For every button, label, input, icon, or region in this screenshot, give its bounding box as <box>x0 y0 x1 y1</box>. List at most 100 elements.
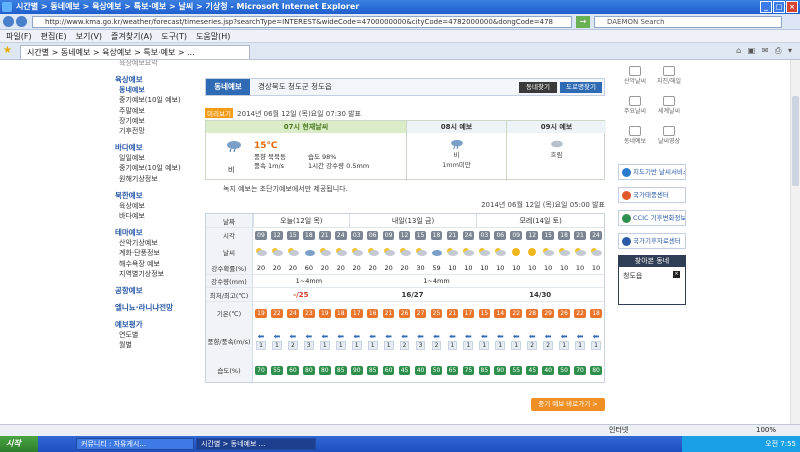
town-forecast-icon[interactable]: 동네예보 <box>620 126 650 148</box>
left-nav-item[interactable]: 육상예보 <box>115 201 203 211</box>
typhoon-banner[interactable]: 국가태풍센터 <box>618 187 686 203</box>
left-nav-section[interactable]: 바다예보 <box>115 142 203 153</box>
temp-cell: 14 <box>492 302 508 324</box>
wind-cell: ⬅ 1 <box>365 324 381 358</box>
left-nav-item[interactable]: 중기예보(10일 예보) <box>115 95 203 105</box>
hour-chip: 12 <box>271 230 283 240</box>
ccic-banner[interactable]: CCIC 기후변화정보센터 <box>618 210 686 226</box>
left-nav-item[interactable]: 지역별기상정보 <box>115 269 203 279</box>
hour-chip: 03 <box>478 230 491 240</box>
remove-town-icon[interactable]: × <box>673 271 680 278</box>
hour-cell: 12 <box>397 228 413 242</box>
hour-chip: 15 <box>287 230 299 240</box>
humid-chip: 85 <box>334 365 347 375</box>
favorites-star-icon[interactable]: ★ <box>3 46 12 56</box>
hour-cell: 12 <box>269 228 285 242</box>
toolbar-icons[interactable]: ⌂ ▣ ✉ ⎙ ▾ <box>736 46 794 56</box>
wind-arrow-icon: ⬅ <box>369 332 376 341</box>
left-nav-item[interactable]: 산악기상예보 <box>115 238 203 248</box>
row-label: 기온(℃) <box>206 302 253 324</box>
find-town-button[interactable]: 동네찾기 <box>519 82 557 93</box>
pop-cell: 10 <box>480 264 489 272</box>
temp-cell: 26 <box>397 302 413 324</box>
left-nav-section[interactable]: 육상예보 <box>115 74 203 85</box>
recent-town-item[interactable]: 청도읍 × <box>619 267 685 285</box>
left-nav-section[interactable]: 테마예보 <box>115 227 203 238</box>
left-nav-item[interactable]: 원해기상정보 <box>115 174 203 184</box>
wind-speed: 1 <box>447 341 458 350</box>
start-button[interactable]: 시작 <box>0 436 38 452</box>
humid-chip: 45 <box>398 365 411 375</box>
menu-view[interactable]: 보기(V) <box>76 30 102 42</box>
vertical-scrollbar[interactable] <box>790 60 800 424</box>
gis-banner[interactable]: 지도기반 날씨서비스 GIS Service <box>618 164 686 180</box>
world-weather-icon[interactable]: 세계날씨 <box>654 96 684 118</box>
wind-arrow-icon: ⬅ <box>401 332 408 341</box>
menu-edit[interactable]: 편집(E) <box>41 30 67 42</box>
left-nav-partial-item[interactable]: 육상예보요약 <box>115 60 203 68</box>
left-nav-item[interactable]: 월별 <box>115 340 203 350</box>
pop-cell: 10 <box>575 264 585 272</box>
hour-chip: 06 <box>494 230 507 240</box>
left-nav-item[interactable]: 계화·단풍정보 <box>115 248 203 258</box>
pop-cell: 20 <box>256 264 266 272</box>
humid-cell: 90 <box>349 358 365 382</box>
wind-arrow-icon: ⬅ <box>257 332 265 341</box>
left-nav-item[interactable]: 중기예보(10일 예보) <box>115 163 203 173</box>
menu-file[interactable]: 파일(F) <box>6 30 32 42</box>
maximize-button[interactable]: □ <box>773 1 785 13</box>
pop-cell: 20 <box>288 264 298 272</box>
back-button[interactable] <box>3 16 14 27</box>
left-nav-item[interactable]: 동네예보 <box>115 85 203 95</box>
rain-cell <box>333 275 349 287</box>
wind-arrow-icon: ⬅ <box>449 332 456 341</box>
menu-favorites[interactable]: 즐겨찾기(A) <box>111 30 152 42</box>
search-input[interactable]: DAEMON Search <box>594 16 782 28</box>
left-nav-item[interactable]: 주말예보 <box>115 106 203 116</box>
taskbar: 시작 커뮤니티 : 자유게시... 시간별 > 동네예보 ... 오전 7:55 <box>0 436 800 452</box>
partly-cloudy-icon <box>271 248 283 256</box>
mountain-weather-icon[interactable]: 산악날씨 <box>620 66 650 88</box>
menu-help[interactable]: 도움말(H) <box>196 30 230 42</box>
left-nav-section[interactable]: 엘니뇨·라니냐전망 <box>115 302 203 313</box>
left-nav-section[interactable]: 공항예보 <box>115 285 203 296</box>
temp-chip: 21 <box>446 308 459 318</box>
pop-cell: 60 <box>304 264 313 272</box>
wind-cell: ⬅ 2 <box>285 324 301 358</box>
left-nav-section[interactable]: 북한예보 <box>115 190 203 201</box>
major-weather-icon[interactable]: 주요날씨 <box>620 96 650 118</box>
left-nav-item[interactable]: 일일예보 <box>115 153 203 163</box>
wind-speed: 1 <box>335 341 346 350</box>
left-nav-item[interactable]: 바다예보 <box>115 211 203 221</box>
find-road-button[interactable]: 도로명찾기 <box>560 82 602 93</box>
address-bar[interactable]: http://www.kma.go.kr/weather/forecast/ti… <box>32 16 572 28</box>
menu-tools[interactable]: 도구(T) <box>161 30 187 42</box>
wind-arrow-icon: ⬅ <box>433 332 440 341</box>
minimize-button[interactable]: _ <box>760 1 772 13</box>
zoom-level[interactable]: 100% <box>756 425 776 436</box>
left-nav-item[interactable]: 장기예보 <box>115 116 203 126</box>
climate-data-banner[interactable]: 국가기후자료센터 <box>618 233 686 249</box>
humid-chip: 70 <box>574 365 586 375</box>
task-community[interactable]: 커뮤니티 : 자유게시... <box>76 438 194 450</box>
temp-chip: 15 <box>478 308 491 318</box>
weather-video-icon[interactable]: 날씨영상 <box>654 126 684 148</box>
tab-current[interactable]: 시간별 > 동네예보 > 육상예보 > 특보·예보 > ... <box>20 45 250 59</box>
left-nav-item[interactable]: 기후전망 <box>115 126 203 136</box>
task-weather[interactable]: 시간별 > 동네예보 ... <box>196 438 316 450</box>
left-nav-section[interactable]: 예보평가 <box>115 319 203 330</box>
temp-chip: 17 <box>462 308 475 318</box>
scroll-thumb[interactable] <box>792 96 799 186</box>
left-nav-item[interactable]: 연도별 <box>115 330 203 340</box>
wind-arrow-icon: ⬅ <box>480 332 488 341</box>
right-rail: 산악날씨 지진/해일 주요날씨 세계날씨 동네예보 날씨영상 지도기반 날씨서비… <box>618 60 688 424</box>
go-button[interactable]: → <box>576 16 590 28</box>
temp-chip: 22 <box>271 308 283 318</box>
sky-cell <box>301 242 317 262</box>
forward-button[interactable] <box>16 16 27 27</box>
close-button[interactable]: × <box>786 1 798 13</box>
left-nav-item[interactable]: 해수욕장 예보 <box>115 259 203 269</box>
mid-forecast-button[interactable]: 중기 예보 바로가기 > <box>531 398 605 411</box>
rain-cell <box>460 275 476 287</box>
earthquake-icon[interactable]: 지진/해일 <box>654 66 684 88</box>
